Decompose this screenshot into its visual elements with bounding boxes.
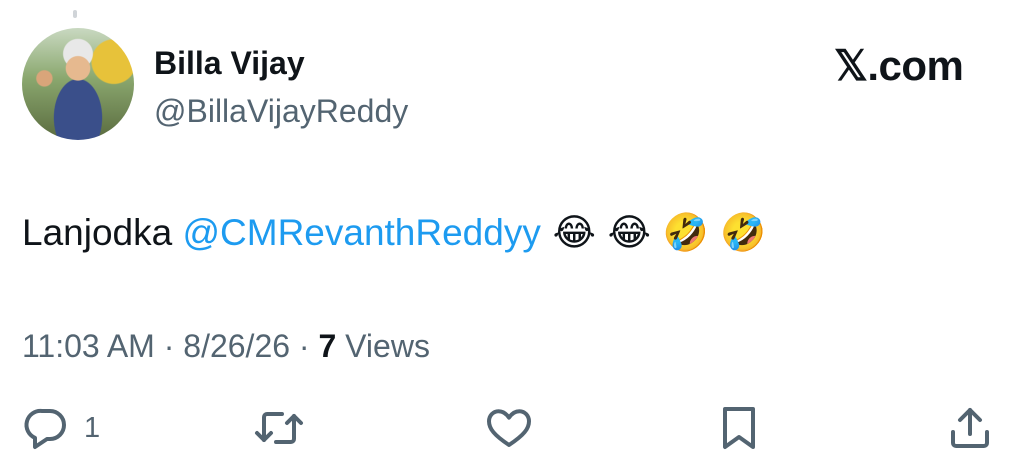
- tweet-text: Lanjodka @CMRevanthReddyy 😂 😂 🤣 🤣: [22, 210, 767, 256]
- tweet-body: Lanjodka: [22, 212, 183, 253]
- retweet-icon: [252, 404, 306, 452]
- meta-separator: ·: [154, 328, 184, 364]
- retweet-button[interactable]: [252, 401, 306, 455]
- reply-icon: [22, 404, 70, 452]
- reply-count: 1: [84, 411, 101, 444]
- reply-button[interactable]: 1: [22, 401, 100, 455]
- share-icon: [946, 404, 994, 452]
- top-indicator: [73, 10, 77, 18]
- meta-separator: ·: [290, 328, 319, 364]
- bookmark-button[interactable]: [717, 401, 761, 455]
- x-logo: 𝕏.com: [834, 42, 964, 89]
- heart-icon: [484, 404, 534, 452]
- like-button[interactable]: [484, 401, 534, 455]
- views-count: 7: [318, 328, 337, 364]
- mention-link[interactable]: @CMRevanthReddyy: [182, 212, 540, 253]
- author-name[interactable]: Billa Vijay: [154, 44, 305, 82]
- tweet-date[interactable]: 8/26/26: [183, 328, 290, 364]
- author-handle[interactable]: @BillaVijayReddy: [154, 92, 408, 130]
- bookmark-icon: [717, 404, 761, 452]
- views-label: Views: [336, 328, 430, 364]
- tweet-time[interactable]: 11:03 AM: [22, 328, 155, 364]
- share-button[interactable]: [946, 401, 994, 455]
- tweet-meta: 11:03 AM · 8/26/26 · 7 Views: [22, 326, 430, 366]
- avatar[interactable]: [22, 28, 134, 140]
- emoji-sequence: 😂 😂 🤣 🤣: [540, 211, 767, 254]
